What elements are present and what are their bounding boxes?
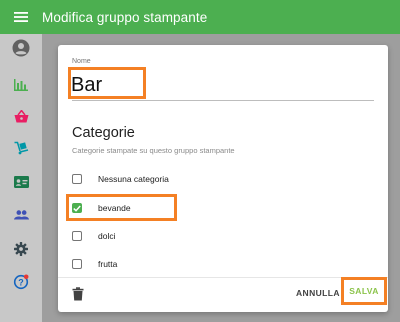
name-field-label: Nome: [72, 58, 91, 65]
category-label: frutta: [98, 259, 118, 269]
category-row-dolci[interactable]: dolci: [72, 226, 115, 246]
save-button[interactable]: SALVA: [341, 277, 387, 305]
help-icon[interactable]: ?: [11, 272, 31, 292]
category-highlight: [66, 194, 177, 221]
id-card-icon[interactable]: [11, 172, 31, 192]
category-checkbox[interactable]: [72, 174, 82, 184]
category-row-frutta[interactable]: frutta: [72, 254, 117, 274]
app-title: Modifica gruppo stampante: [42, 9, 208, 25]
account-icon[interactable]: [11, 38, 31, 58]
hamburger-menu-icon[interactable]: [0, 11, 42, 23]
category-label: Nessuna categoria: [98, 174, 169, 184]
categories-description: Categorie stampate su questo gruppo stam…: [72, 146, 235, 155]
sidebar: ?: [0, 34, 42, 322]
bar-chart-icon[interactable]: [11, 75, 31, 95]
category-checkbox[interactable]: [72, 231, 82, 241]
categories-heading: Categorie: [72, 125, 135, 141]
trash-icon[interactable]: [72, 287, 84, 301]
svg-text:?: ?: [18, 277, 24, 287]
people-icon[interactable]: [11, 205, 31, 225]
category-checkbox[interactable]: [72, 259, 82, 269]
basket-icon[interactable]: [11, 106, 31, 126]
category-label: dolci: [98, 231, 116, 241]
gear-icon[interactable]: [11, 239, 31, 259]
edit-printer-group-dialog: Nome Bar Categorie Categorie stampate su…: [58, 45, 388, 312]
name-field-underline: [72, 100, 374, 101]
delivery-icon[interactable]: [11, 138, 31, 158]
dialog-footer-divider: [58, 277, 388, 278]
category-row-nessuna-categoria[interactable]: Nessuna categoria: [72, 169, 169, 189]
app-bar: Modifica gruppo stampante: [0, 0, 400, 34]
name-input[interactable]: Bar: [71, 74, 102, 97]
cancel-button[interactable]: ANNULLA: [296, 288, 340, 298]
